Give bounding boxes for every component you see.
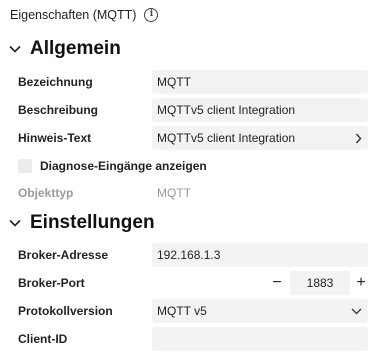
section-general-header[interactable]: Allgemein: [0, 35, 374, 63]
description-field[interactable]: MQTTv5 client Integration: [152, 98, 368, 122]
broker-address-row: Broker-Adresse 192.168.1.3: [0, 242, 374, 268]
broker-port-row: Broker-Port − 1883 +: [0, 270, 374, 296]
protocol-select[interactable]: MQTT v5: [152, 299, 368, 323]
name-row: Bezeichnung MQTT: [0, 69, 374, 95]
client-id-row: Client-ID: [0, 326, 374, 352]
diagnostics-row[interactable]: Diagnose-Eingänge anzeigen: [18, 155, 207, 177]
object-type-value: MQTT: [157, 186, 191, 200]
info-icon[interactable]: i: [144, 8, 159, 22]
description-row: Beschreibung MQTTv5 client Integration: [0, 97, 374, 123]
decrement-button[interactable]: −: [268, 271, 286, 295]
section-settings-title: Einstellungen: [30, 212, 155, 233]
protocol-value: MQTT v5: [157, 304, 207, 318]
broker-port-label: Broker-Port: [18, 276, 85, 290]
chevron-down-icon[interactable]: [0, 219, 30, 227]
broker-address-label: Broker-Adresse: [18, 248, 109, 262]
diagnostics-checkbox[interactable]: [18, 159, 32, 173]
panel-title-text: Eigenschaften (MQTT): [10, 8, 137, 22]
description-label: Beschreibung: [18, 103, 99, 117]
hint-value: MQTTv5 client Integration: [157, 131, 296, 145]
client-id-label: Client-ID: [18, 332, 68, 346]
panel-title: Eigenschaften (MQTT) i: [10, 8, 159, 22]
section-settings-header[interactable]: Einstellungen: [0, 209, 374, 237]
client-id-field[interactable]: [152, 327, 368, 351]
broker-address-field[interactable]: 192.168.1.3: [152, 243, 368, 267]
increment-button[interactable]: +: [352, 271, 370, 295]
diagnostics-label: Diagnose-Eingänge anzeigen: [40, 159, 207, 173]
chevron-down-icon[interactable]: [0, 45, 30, 53]
broker-port-field[interactable]: 1883: [290, 271, 350, 295]
chevron-down-icon[interactable]: [351, 299, 362, 323]
hint-row: Hinweis-Text MQTTv5 client Integration: [0, 125, 374, 151]
protocol-row: Protokollversion MQTT v5: [0, 298, 374, 324]
broker-port-stepper: − 1883 +: [268, 271, 368, 295]
section-general-title: Allgemein: [30, 38, 121, 59]
hint-field[interactable]: MQTTv5 client Integration: [152, 126, 368, 150]
object-type-label: Objekttyp: [18, 186, 74, 200]
hint-label: Hinweis-Text: [18, 131, 92, 145]
chevron-right-icon[interactable]: [355, 126, 362, 150]
name-label: Bezeichnung: [18, 75, 93, 89]
protocol-label: Protokollversion: [18, 304, 113, 318]
object-type-row: Objekttyp MQTT: [0, 180, 374, 206]
name-field[interactable]: MQTT: [152, 70, 368, 94]
